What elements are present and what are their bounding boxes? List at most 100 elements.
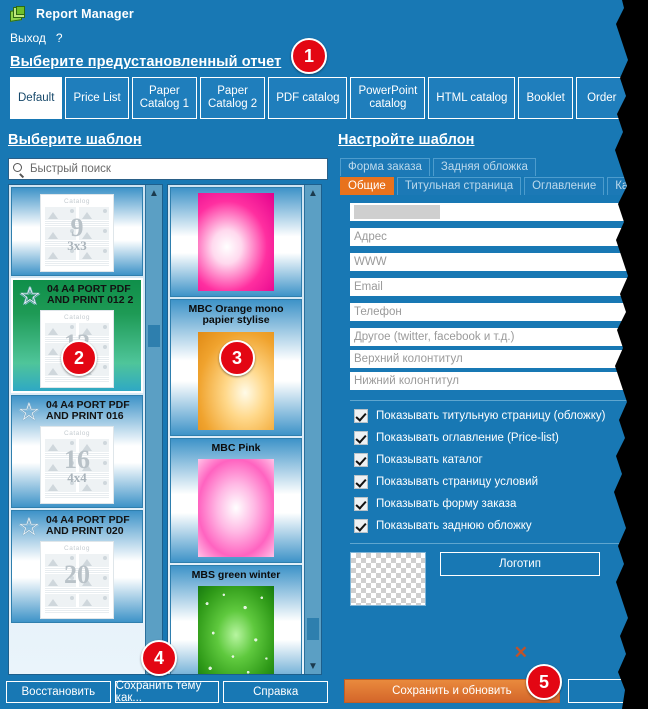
checkbox-row-5[interactable]: Показывать заднюю обложку: [354, 519, 648, 533]
checkbox-0[interactable]: [354, 409, 368, 423]
scrollbar-thumb[interactable]: [148, 325, 160, 347]
checkbox-label: Показывать титульную страницу (обложку): [376, 410, 606, 422]
preset-tab-strip: Default Price List Paper Catalog 1 Paper Ca…: [10, 77, 648, 119]
preset-tab-8[interactable]: Order: [575, 77, 628, 119]
template-settings-panel: Форма заказа Задняя обложка Общие Титульна…: [336, 158, 648, 709]
preset-tab-4[interactable]: PDF catalog: [268, 77, 348, 119]
template-item-label: MBC Orange mono papier stylise: [188, 303, 284, 327]
window-title: Report Manager: [36, 7, 134, 21]
template-item[interactable]: ☆ 04 A4 PORT PDF AND PRINT 020 Catalog 20: [11, 510, 143, 623]
footer-field[interactable]: Нижний колонтитул: [350, 372, 644, 390]
preset-section-heading[interactable]: Выберите предустановленный отчет: [10, 54, 281, 70]
restore-button[interactable]: Восстановить: [6, 681, 111, 703]
scrollbar-column-1[interactable]: ▲ ▼: [145, 185, 162, 674]
right-action-buttons: Сохранить и обновить: [344, 679, 648, 703]
favorite-star-icon[interactable]: ☆: [16, 514, 42, 540]
template-item[interactable]: [170, 187, 302, 297]
address-field[interactable]: Адрес: [350, 228, 644, 246]
settings-checkbox-group: Показывать титульную страницу (обложку) П…: [336, 409, 648, 533]
checkbox-row-2[interactable]: Показывать каталог: [354, 453, 648, 467]
extra-button[interactable]: [567, 679, 648, 703]
checkbox-4[interactable]: [354, 497, 368, 511]
panel-headings: Выберите шаблон Настройте шаблон: [0, 132, 648, 158]
scrollbar-thumb[interactable]: [307, 618, 319, 640]
template-item-label: MBC Pink: [211, 441, 261, 454]
settings-fields: Адрес WWW Email Телефон Другое (twitter, fac…: [336, 195, 648, 390]
settings-tab-a-0[interactable]: Форма заказа: [340, 158, 430, 176]
help-menu-item[interactable]: ?: [56, 31, 63, 45]
checkbox-label: Показывать форму заказа: [376, 498, 517, 510]
favorite-star-icon[interactable]: ☆: [16, 399, 42, 425]
template-item[interactable]: MBS green winter: [170, 564, 302, 674]
callout-badge-5: 5: [526, 664, 562, 700]
x-icon[interactable]: ✕: [514, 643, 528, 663]
callout-badge-4: 4: [141, 640, 177, 676]
preset-tab-6[interactable]: HTML catalog: [428, 77, 516, 119]
template-column-2: MBC Orange mono papier stylise MBC Pink MB…: [167, 184, 322, 675]
settings-tabs-row-2: ОбщиеТитульная страницаОглавлениеКаталог: [336, 177, 648, 195]
email-field[interactable]: Email: [350, 278, 644, 296]
template-swatch: [198, 586, 274, 674]
preset-tab-1[interactable]: Price List: [65, 77, 129, 119]
preset-tab-7[interactable]: Booklet: [518, 77, 573, 119]
settings-tab-b-1[interactable]: Титульная страница: [396, 177, 522, 195]
preset-tab-3[interactable]: Paper Catalog 2: [199, 77, 266, 119]
header-field[interactable]: Верхний колонтитул: [350, 350, 644, 368]
checkbox-1[interactable]: [354, 431, 368, 445]
search-icon: [13, 163, 25, 178]
template-item[interactable]: MBC Pink: [170, 437, 302, 563]
logo-preview[interactable]: [350, 552, 426, 606]
favorite-star-icon[interactable]: ☆: [17, 283, 43, 309]
template-thumbnail: Catalog 9 3x3: [40, 194, 114, 272]
www-field[interactable]: WWW: [350, 253, 644, 271]
left-action-buttons: Восстановить Сохранить тему как... Справ…: [6, 680, 329, 704]
logout-menu-item[interactable]: Выход: [10, 31, 46, 45]
template-column-1: Catalog 9 3x3 ☆ 04 A4 PORT PDF AND PRINT 012…: [8, 184, 163, 675]
scroll-up-icon[interactable]: ▲: [146, 185, 162, 201]
checkbox-5[interactable]: [354, 519, 368, 533]
template-item[interactable]: Catalog 9 3x3: [11, 187, 143, 276]
settings-tab-a-1[interactable]: Задняя обложка: [432, 158, 536, 176]
other-field[interactable]: Другое (twitter, facebook и т.д.): [350, 328, 644, 346]
template-item[interactable]: ☆ 04 A4 PORT PDF AND PRINT 016 Catalog 16 4x…: [11, 395, 143, 508]
template-thumbnail: Catalog 20: [40, 541, 114, 619]
settings-tab-b-3[interactable]: Каталог: [607, 177, 648, 195]
report-manager-icon: [10, 6, 28, 22]
divider: [350, 400, 634, 401]
save-theme-as-button[interactable]: Сохранить тему как...: [114, 680, 220, 704]
callout-badge-2: 2: [61, 340, 97, 376]
checkbox-row-3[interactable]: Показывать страницу условий: [354, 475, 648, 489]
callout-badge-1: 1: [291, 38, 327, 74]
search-input[interactable]: Быстрый поиск: [8, 158, 328, 180]
divider: [350, 543, 634, 544]
phone-field[interactable]: Телефон: [350, 303, 644, 321]
preset-tab-2[interactable]: Paper Catalog 1: [131, 77, 197, 119]
scrollbar-column-2[interactable]: ▲ ▼: [304, 185, 321, 674]
template-list-2[interactable]: MBC Orange mono papier stylise MBC Pink MB…: [168, 185, 304, 674]
template-item-label: [12, 190, 142, 192]
checkbox-label: Показывать каталог: [376, 454, 483, 466]
checkbox-2[interactable]: [354, 453, 368, 467]
settings-tab-b-2[interactable]: Оглавление: [524, 177, 605, 195]
checkbox-3[interactable]: [354, 475, 368, 489]
company-field[interactable]: [350, 203, 644, 221]
logo-button[interactable]: Логотип: [440, 552, 600, 576]
template-list-1[interactable]: Catalog 9 3x3 ☆ 04 A4 PORT PDF AND PRINT 012…: [9, 185, 145, 674]
preset-tab-5[interactable]: PowerPoint catalog: [350, 77, 426, 119]
template-columns: Catalog 9 3x3 ☆ 04 A4 PORT PDF AND PRINT 012…: [8, 184, 330, 675]
settings-tab-b-0[interactable]: Общие: [340, 177, 394, 195]
checkbox-row-1[interactable]: Показывать оглавление (Price-list): [354, 431, 648, 445]
template-thumbnail: Catalog 16 4x4: [40, 426, 114, 504]
right-panel-heading[interactable]: Настройте шаблон: [338, 132, 475, 148]
preset-tab-0[interactable]: Default: [10, 77, 63, 119]
scroll-down-icon[interactable]: ▼: [305, 658, 321, 674]
help-button[interactable]: Справка: [223, 681, 329, 703]
checkbox-label: Показывать оглавление (Price-list): [376, 432, 559, 444]
checkbox-label: Показывать страницу условий: [376, 476, 539, 488]
scroll-up-icon[interactable]: ▲: [305, 185, 321, 201]
left-panel-heading[interactable]: Выберите шаблон: [8, 132, 142, 148]
checkbox-row-0[interactable]: Показывать титульную страницу (обложку): [354, 409, 648, 423]
template-chooser-panel: Быстрый поиск Catalog 9 3x3 ☆ 04 A4 PORT PDF…: [4, 158, 330, 675]
checkbox-row-4[interactable]: Показывать форму заказа: [354, 497, 648, 511]
logo-row: Логотип: [350, 552, 634, 606]
